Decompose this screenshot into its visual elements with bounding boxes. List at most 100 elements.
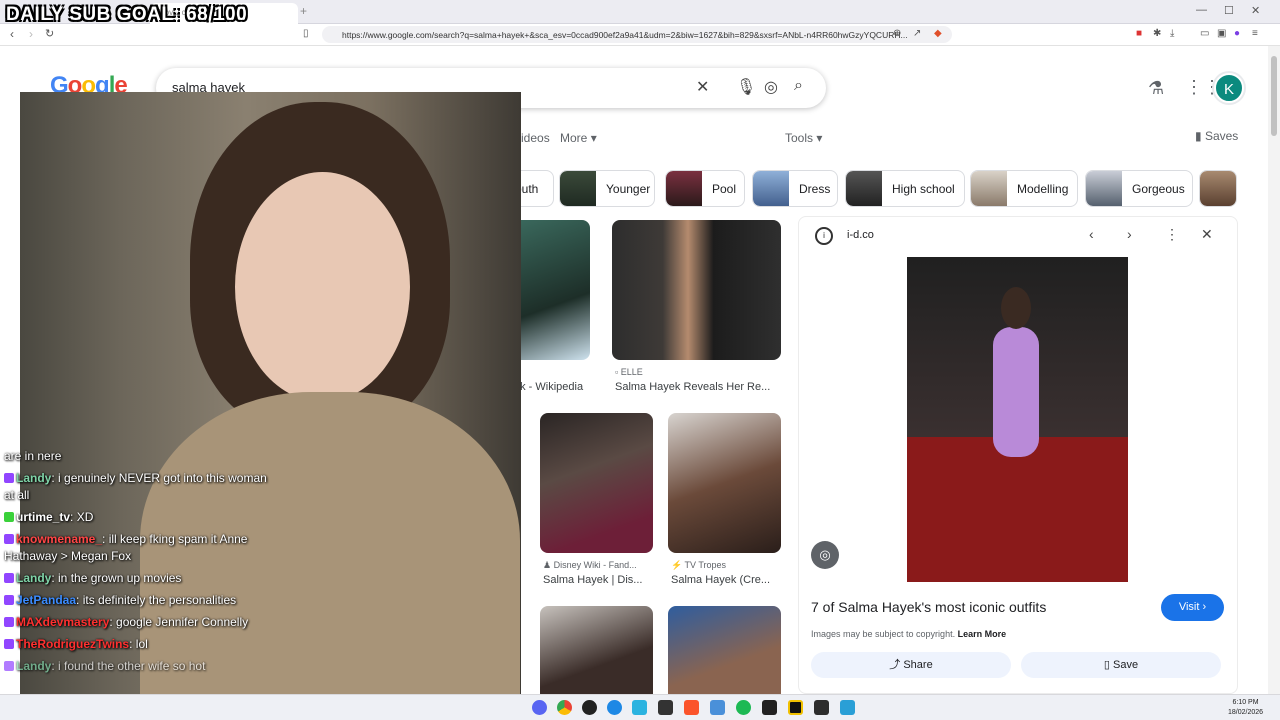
preview-image[interactable]: [907, 257, 1128, 582]
system-clock[interactable]: 6:10 PM 18/02/2026: [1228, 698, 1263, 718]
chat-message: MAXdevmastery: google Jennifer Connelly: [4, 614, 274, 631]
chat-username: knowmename_: [16, 532, 103, 546]
chip-label: Dress: [799, 182, 831, 196]
edge-icon[interactable]: [607, 700, 622, 715]
chat-text: XD: [76, 510, 94, 524]
chat-message: JetPandaa: its definitely the personalit…: [4, 592, 274, 609]
scrollbar-thumb[interactable]: [1271, 56, 1277, 136]
bookmark-icon[interactable]: ▯: [303, 28, 309, 39]
result-image[interactable]: [510, 220, 590, 360]
chip-modelling[interactable]: Modelling: [970, 170, 1078, 207]
chip-thumbnail: [753, 171, 789, 206]
clock-date: 18/02/2026: [1228, 709, 1264, 716]
wallet-icon[interactable]: ▣: [1217, 28, 1226, 39]
chat-text: its definitely the personalities: [82, 593, 237, 607]
chip-pool[interactable]: Pool: [665, 170, 745, 207]
chip-label: Younger: [606, 182, 651, 196]
app-icon[interactable]: [632, 700, 647, 715]
share-page-icon[interactable]: ↗: [913, 28, 921, 39]
new-tab-button[interactable]: +: [300, 4, 307, 18]
capcut-icon[interactable]: [658, 700, 673, 715]
back-icon[interactable]: ‹: [10, 27, 14, 41]
search-icon[interactable]: ⌕: [794, 77, 803, 95]
result-image[interactable]: [668, 413, 781, 553]
tab-more-label: More: [560, 131, 588, 145]
result-source: ♟ Disney Wiki - Fand...: [543, 560, 637, 570]
menu-icon[interactable]: ≡: [1252, 28, 1258, 39]
chip-thumbnail: [1200, 171, 1236, 206]
extension-icon[interactable]: ■: [1136, 28, 1142, 39]
share-button[interactable]: ⤴ Share: [811, 652, 1011, 678]
image-preview-panel: i i-d.co ‹ › ⋮ ✕ ◎ 7 of Salma Hayek's mo…: [798, 216, 1238, 694]
chip-label: Modelling: [1017, 182, 1069, 196]
chip-gorgeous[interactable]: Gorgeous: [1085, 170, 1193, 207]
chat-text: google Jennifer Connelly: [116, 615, 249, 629]
saves-label: Saves: [1204, 129, 1239, 143]
visit-label: Visit: [1178, 601, 1200, 613]
result-title[interactable]: Salma Hayek | Dis...: [543, 574, 655, 586]
chrome-icon[interactable]: [557, 700, 572, 715]
result-image[interactable]: [540, 606, 653, 694]
clear-icon[interactable]: ✕: [696, 77, 709, 97]
notepad-icon[interactable]: [840, 700, 855, 715]
chip-more[interactable]: [1199, 170, 1237, 207]
result-title[interactable]: Salma Hayek Reveals Her Re...: [615, 381, 781, 393]
chat-message: Landy: i genuinely NEVER got into this w…: [4, 471, 267, 502]
tab-videos[interactable]: ideos: [521, 131, 550, 145]
sub-badge-icon: [4, 595, 14, 605]
download-icon[interactable]: ⤓: [1170, 28, 1174, 39]
file-explorer-icon[interactable]: [710, 700, 725, 715]
tools-button[interactable]: Tools ▾: [785, 131, 822, 145]
discord-icon[interactable]: [532, 700, 547, 715]
learn-more-link[interactable]: Learn More: [958, 629, 1007, 639]
forward-icon[interactable]: ›: [29, 27, 33, 41]
page-scrollbar[interactable]: [1268, 46, 1280, 694]
app-icon[interactable]: [788, 700, 803, 715]
saves-button[interactable]: ▮ Saves: [1195, 129, 1238, 143]
preview-title[interactable]: 7 of Salma Hayek's most iconic outfits: [811, 599, 1046, 615]
result-image[interactable]: [668, 606, 781, 694]
close-window-icon[interactable]: ✕: [1251, 4, 1260, 17]
sidebar-icon[interactable]: ▭: [1200, 28, 1209, 39]
close-preview-icon[interactable]: ✕: [1201, 226, 1213, 243]
labs-icon[interactable]: ⚗: [1148, 78, 1164, 99]
address-bar[interactable]: https://www.google.com/search?q=salma+ha…: [322, 26, 952, 43]
microphone-icon[interactable]: 🎙: [736, 77, 756, 97]
puzzle-icon[interactable]: ✱: [1153, 28, 1161, 39]
chip-high-school[interactable]: High school: [845, 170, 965, 207]
chip-younger[interactable]: Younger: [559, 170, 655, 207]
more-options-icon[interactable]: ⋮: [1165, 226, 1179, 243]
chip-dress[interactable]: Dress: [752, 170, 838, 207]
app-icon[interactable]: [762, 700, 777, 715]
account-avatar[interactable]: K: [1214, 73, 1244, 103]
next-icon[interactable]: ›: [1127, 226, 1132, 242]
chip-thumbnail: [846, 171, 882, 206]
shield-icon[interactable]: ◆: [934, 28, 942, 39]
previous-icon[interactable]: ‹: [1089, 226, 1094, 242]
camera-search-icon[interactable]: ◎: [764, 77, 778, 97]
chat-message: knowmename_: ill keep fking spam it Anne…: [4, 532, 248, 563]
obs-icon[interactable]: [582, 700, 597, 715]
visit-button[interactable]: Visit ›: [1161, 594, 1224, 621]
save-button[interactable]: ▯ Save: [1021, 652, 1221, 678]
minimize-icon[interactable]: —: [1196, 4, 1207, 16]
terminal-icon[interactable]: [814, 700, 829, 715]
chat-username: Landy: [16, 659, 52, 673]
reload-icon[interactable]: ↻: [45, 27, 54, 40]
result-image[interactable]: [540, 413, 653, 553]
brave-icon[interactable]: [684, 700, 699, 715]
preview-source[interactable]: i-d.co: [847, 229, 874, 241]
lens-icon[interactable]: ◎: [811, 541, 839, 569]
maximize-icon[interactable]: ☐: [1224, 4, 1234, 17]
result-image[interactable]: [612, 220, 781, 360]
leo-icon[interactable]: ●: [1234, 28, 1240, 39]
chat-username: JetPandaa: [16, 593, 77, 607]
save-label: Save: [1113, 659, 1139, 671]
zoom-icon[interactable]: ⊕: [893, 28, 901, 39]
result-title[interactable]: ek - Wikipedia: [514, 381, 594, 393]
spotify-icon[interactable]: [736, 700, 751, 715]
result-title[interactable]: Salma Hayek (Cre...: [671, 574, 783, 586]
chevron-down-icon: ▾: [590, 131, 597, 145]
chat-text: i found the other wife so hot: [58, 659, 206, 673]
tab-more[interactable]: More ▾: [560, 131, 597, 145]
